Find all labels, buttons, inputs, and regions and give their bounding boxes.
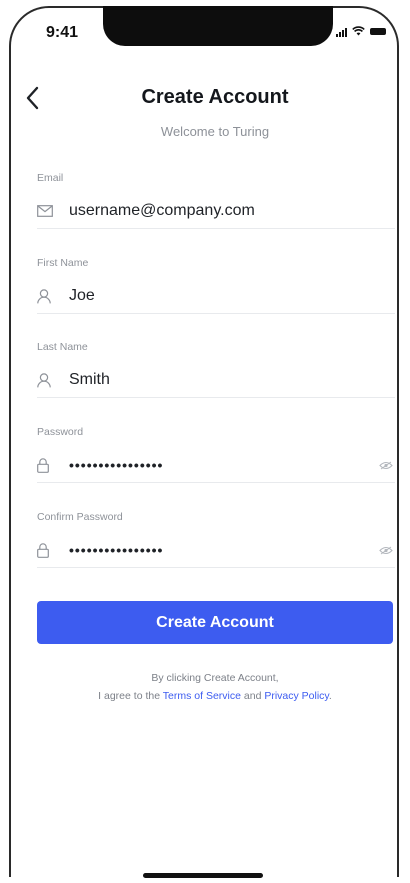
legal-text: By clicking Create Account, I agree to t… bbox=[0, 669, 410, 705]
last-name-label: Last Name bbox=[37, 341, 88, 353]
last-name-field-group: Last Name bbox=[37, 341, 395, 398]
signal-icon bbox=[336, 27, 347, 37]
battery-icon bbox=[370, 28, 386, 35]
status-icons bbox=[336, 26, 386, 37]
device-notch bbox=[103, 6, 333, 46]
create-account-button[interactable]: Create Account bbox=[37, 601, 393, 644]
lock-icon bbox=[37, 542, 59, 558]
eye-off-icon[interactable] bbox=[375, 546, 393, 555]
wifi-icon bbox=[352, 26, 365, 37]
home-indicator bbox=[143, 873, 263, 878]
password-field-group: Password bbox=[37, 426, 395, 483]
legal-conjunction: and bbox=[240, 690, 265, 702]
page-subtitle: Welcome to Turing bbox=[160, 124, 270, 139]
legal-line-1: By clicking Create Account, bbox=[151, 672, 279, 684]
mail-icon bbox=[37, 205, 59, 217]
eye-off-icon[interactable] bbox=[375, 461, 393, 470]
last-name-input[interactable] bbox=[69, 371, 395, 389]
first-name-field-group: First Name bbox=[37, 257, 395, 314]
user-icon bbox=[37, 288, 59, 304]
first-name-label: First Name bbox=[37, 257, 89, 269]
password-input[interactable] bbox=[69, 457, 375, 473]
lock-icon bbox=[37, 457, 59, 473]
privacy-policy-link[interactable]: Privacy Policy bbox=[264, 690, 329, 702]
legal-line-2: I agree to the Terms of Service and Priv… bbox=[0, 687, 410, 705]
confirm-password-label: Confirm Password bbox=[37, 511, 123, 523]
user-icon bbox=[37, 372, 59, 388]
last-name-field-row[interactable] bbox=[37, 363, 395, 398]
password-field-row[interactable] bbox=[37, 448, 395, 483]
confirm-password-field-row[interactable] bbox=[37, 533, 395, 568]
password-label: Password bbox=[37, 426, 84, 438]
page-title: Create Account bbox=[141, 86, 289, 108]
first-name-field-row[interactable] bbox=[37, 279, 395, 314]
legal-prefix: I agree to the bbox=[98, 690, 163, 702]
email-label: Email bbox=[37, 172, 64, 184]
confirm-password-input[interactable] bbox=[69, 542, 375, 558]
terms-of-service-link[interactable]: Terms of Service bbox=[163, 690, 241, 702]
email-field-group: Email bbox=[37, 172, 395, 229]
email-field-row[interactable] bbox=[37, 194, 395, 229]
status-time: 9:41 bbox=[46, 24, 79, 41]
confirm-password-field-group: Confirm Password bbox=[37, 511, 395, 568]
legal-suffix: . bbox=[328, 690, 332, 702]
first-name-input[interactable] bbox=[69, 287, 395, 305]
email-input[interactable] bbox=[69, 202, 395, 220]
